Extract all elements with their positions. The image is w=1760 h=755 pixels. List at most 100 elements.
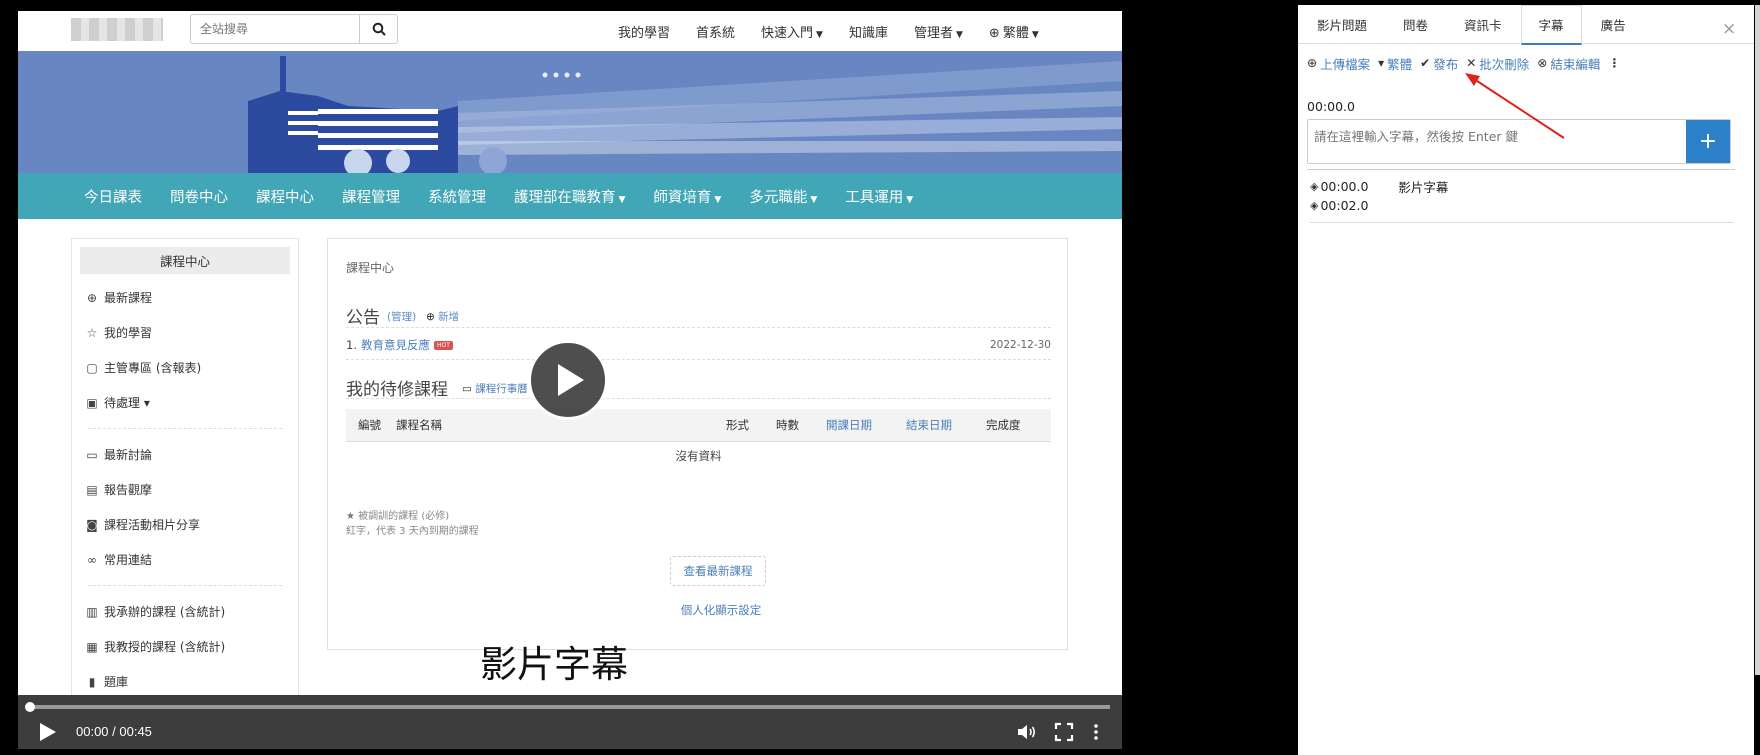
- sidebar-item-label: 待處理 ▾: [104, 396, 150, 410]
- publish-label: 發布: [1433, 56, 1459, 72]
- cue-time: 00:02.0: [1320, 198, 1369, 213]
- plus-circle-icon: ⊕: [426, 311, 435, 323]
- hot-badge: HOT: [433, 340, 453, 350]
- announcement-new-link[interactable]: ⊕ 新增: [426, 309, 459, 324]
- course-calendar-label: 課程行事曆: [475, 383, 528, 395]
- clipboard-icon: ▢: [86, 360, 98, 375]
- main-nav-label: 系統管理: [428, 189, 486, 206]
- sidebar-title: 課程中心: [80, 247, 290, 274]
- sidebar-item[interactable]: ▢ 主管專區 (含報表): [72, 350, 298, 385]
- main-nav-item[interactable]: 多元職能 ▼: [749, 186, 817, 207]
- upload-file-button[interactable]: ⊕ 上傳檔案: [1307, 54, 1370, 73]
- scrollbar[interactable]: [1755, 5, 1760, 675]
- volume-button[interactable]: [1016, 722, 1038, 742]
- batch-delete-button[interactable]: ✕ 批次刪除: [1466, 54, 1529, 73]
- main-nav: 今日課表 問卷中心 課程中心 課程管理 系統管理 護理部在職教育 ▼ 師資培育 ▼ 多元職能 ▼ 工具…: [18, 173, 1122, 219]
- main-nav-label: 多元職能: [749, 189, 808, 206]
- play-icon: [40, 723, 56, 741]
- course-calendar-link[interactable]: ▭ 課程行事曆: [462, 381, 528, 396]
- sidebar-item-label: 我的學習: [104, 326, 153, 340]
- big-play-button[interactable]: [528, 340, 608, 420]
- close-button[interactable]: ×: [1722, 19, 1736, 39]
- main-nav-item[interactable]: 今日課表: [84, 186, 142, 207]
- star-icon: ★: [346, 511, 355, 522]
- upload-file-label: 上傳檔案: [1320, 56, 1371, 72]
- end-edit-label: 結束編輯: [1550, 56, 1601, 72]
- main-nav-item[interactable]: 課程管理: [342, 186, 400, 207]
- caret-down-icon: ▼: [1031, 29, 1039, 40]
- end-edit-button[interactable]: ⊗ 結束編輯: [1537, 54, 1600, 73]
- sidebar-item[interactable]: ▭ 最新討論: [72, 437, 298, 472]
- top-nav-item[interactable]: 快速入門 ▼: [761, 22, 823, 41]
- subtitle-cue-list: ◈ 00:00.0 影片字幕 ◈ 00:02.0: [1310, 177, 1448, 215]
- subtitle-overlay: 影片字幕: [18, 634, 1122, 688]
- caret-down-icon: ▼: [956, 29, 963, 40]
- table-row: 沒有資料: [346, 441, 1051, 471]
- top-nav-item[interactable]: 首系統: [696, 22, 735, 41]
- main-nav-label: 工具運用: [845, 189, 904, 206]
- editor-tab[interactable]: 字幕: [1520, 5, 1582, 45]
- column-header-end-date[interactable]: 結束日期: [906, 409, 986, 442]
- add-subtitle-button[interactable]: +: [1686, 120, 1730, 163]
- editor-tab[interactable]: 影片問題: [1300, 5, 1384, 44]
- main-nav-item[interactable]: 問卷中心: [170, 186, 228, 207]
- top-nav-item[interactable]: 知識庫: [849, 22, 888, 41]
- search-input[interactable]: [191, 15, 360, 43]
- legend-required-text: 被調訓的課程 (必修): [358, 511, 450, 522]
- main-nav-item[interactable]: 師資培育 ▼: [653, 186, 721, 207]
- play-button[interactable]: [35, 720, 59, 744]
- sidebar-item-label: 課程活動相片分享: [104, 518, 201, 532]
- plus-circle-icon: ⊕: [1307, 56, 1318, 70]
- sidebar-item[interactable]: ◙ 課程活動相片分享: [72, 507, 298, 542]
- subtitle-cue[interactable]: ◈ 00:02.0: [1310, 196, 1448, 215]
- sidebar-item[interactable]: ∞ 常用連結: [72, 542, 298, 577]
- comment-icon: ▭: [86, 447, 98, 462]
- sidebar-item[interactable]: ▤ 報告觀摩: [72, 472, 298, 507]
- sidebar-item[interactable]: ⊕ 最新課程: [72, 280, 298, 315]
- editor-tab[interactable]: 資訊卡: [1447, 5, 1519, 44]
- announcement-link[interactable]: 教育意見反應: [361, 337, 430, 353]
- progress-bar[interactable]: [30, 705, 1110, 709]
- main-nav-item[interactable]: 課程中心: [256, 186, 314, 207]
- publish-button[interactable]: ✔ 發布: [1420, 54, 1458, 73]
- site-header: 我的學習 首系統 快速入門▼ 知識庫 管理者▼ ⊕繁體▼: [18, 11, 1122, 51]
- fullscreen-button[interactable]: [1054, 722, 1074, 742]
- announcement-manage-link[interactable]: (管理): [387, 309, 416, 324]
- main-nav-item[interactable]: 工具運用 ▼: [845, 186, 913, 207]
- table-header-row: 編號 課程名稱 形式 時數 開課日期 結束日期 完成度: [346, 409, 1051, 442]
- todo-courses-heading: 我的待修課程: [346, 380, 448, 400]
- subtitle-cue[interactable]: ◈ 00:00.0 影片字幕: [1310, 177, 1448, 196]
- top-nav-item[interactable]: ⊕ 繁體 ▼: [989, 22, 1039, 41]
- breadcrumb: 課程中心: [346, 261, 395, 275]
- toolbar-more-button[interactable]: ⋮: [1608, 56, 1620, 70]
- globe-icon: ⊕: [988, 25, 1000, 41]
- top-nav-item[interactable]: 管理者 ▼: [914, 22, 963, 41]
- main-nav-item[interactable]: 護理部在職教育 ▼: [514, 186, 625, 207]
- progress-handle[interactable]: [25, 702, 35, 712]
- sidebar-item[interactable]: ☆ 我的學習: [72, 315, 298, 350]
- sidebar-item[interactable]: ▣ 待處理 ▾: [72, 385, 298, 420]
- language-dropdown[interactable]: ▾ 繁體: [1378, 54, 1412, 73]
- subtitle-input[interactable]: [1308, 120, 1686, 163]
- announcement-heading: 公告: [346, 308, 380, 328]
- editor-tab-label: 問卷: [1403, 18, 1429, 33]
- personal-display-settings-link[interactable]: 個人化顯示設定: [621, 602, 821, 618]
- subtitle-entry: +: [1307, 119, 1731, 164]
- main-nav-label: 師資培育: [653, 189, 712, 206]
- editor-tab-label: 影片問題: [1317, 18, 1368, 33]
- editor-tab[interactable]: 問卷: [1386, 5, 1445, 44]
- video-player[interactable]: 我的學習首系統快速入門▼知識庫管理者▼⊕繁體▼ 今日課表問卷中心課程中心課程管理…: [18, 11, 1122, 749]
- magnifier-icon: ⊕: [86, 290, 98, 305]
- column-header-start-date[interactable]: 開課日期: [826, 409, 906, 442]
- briefcase-icon: ▣: [86, 395, 98, 410]
- divider: [1310, 222, 1734, 223]
- view-latest-courses-button[interactable]: 查看最新課程: [670, 556, 766, 586]
- sidebar-item[interactable]: ▥ 我承辦的課程 (含統計): [72, 594, 298, 629]
- top-nav-item[interactable]: 我的學習: [618, 22, 670, 41]
- main-nav-item[interactable]: 系統管理: [428, 186, 486, 207]
- search-button[interactable]: [360, 15, 397, 43]
- more-options-button[interactable]: [1089, 722, 1103, 742]
- banner-artwork: [18, 51, 1122, 173]
- editor-tab[interactable]: 廣告: [1584, 5, 1643, 44]
- site-banner: [18, 51, 1122, 173]
